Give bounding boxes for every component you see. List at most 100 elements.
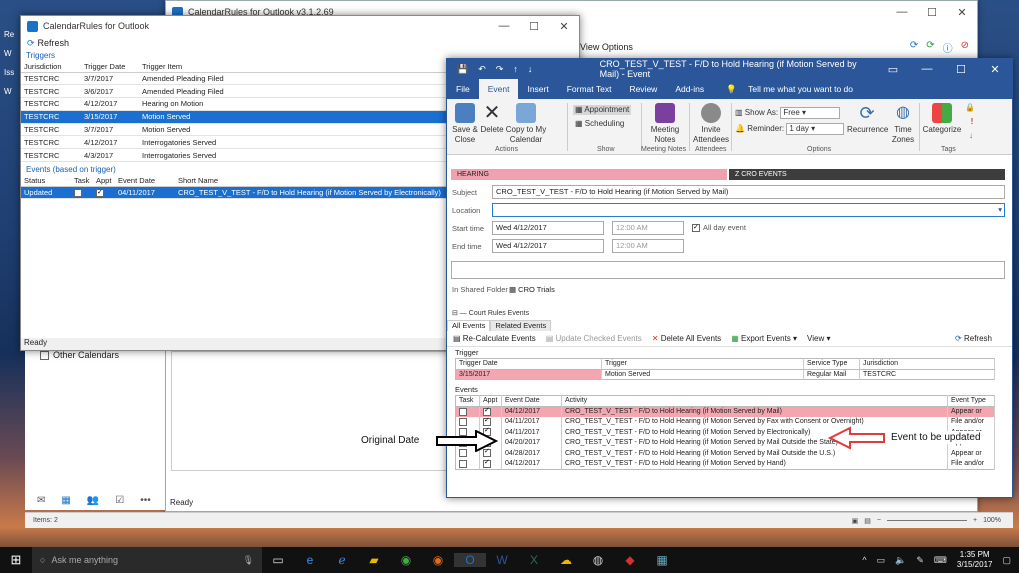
mail-icon[interactable]: ✉	[37, 495, 45, 506]
minimize-icon[interactable]: —	[887, 6, 917, 19]
info-icon[interactable]: ⓘ	[943, 40, 953, 55]
task-checkbox[interactable]	[459, 417, 467, 426]
down-icon[interactable]: ↓	[528, 64, 533, 75]
col-header[interactable]: Service Type	[803, 358, 860, 370]
task-checkbox[interactable]	[74, 188, 82, 197]
cortana-search[interactable]: ○ Ask me anything 🎙	[32, 547, 262, 573]
col-header[interactable]: Jurisdiction	[859, 358, 995, 370]
invite-attendees-button[interactable]: Invite Attendees	[693, 103, 729, 145]
people-icon[interactable]: 👥	[87, 495, 99, 506]
network-icon[interactable]: ▭	[877, 555, 886, 566]
close-icon[interactable]: ✕	[549, 20, 579, 33]
col-header[interactable]: Event Date	[115, 175, 175, 187]
word-icon[interactable]: W	[486, 553, 518, 567]
file-explorer-icon[interactable]: ▰	[358, 553, 390, 567]
more-icon[interactable]: •••	[140, 495, 151, 506]
maximize-icon[interactable]: ☐	[917, 6, 947, 19]
tab-format-text[interactable]: Format Text	[558, 79, 621, 99]
appointment-button[interactable]: ▦ Appointment	[573, 105, 632, 115]
tasks-icon[interactable]: ☑	[115, 495, 124, 506]
refresh-icon[interactable]: ⟳	[910, 40, 918, 55]
appt-checkbox[interactable]	[483, 459, 491, 468]
maximize-icon[interactable]: ☐	[519, 20, 549, 33]
save-icon[interactable]: 💾	[457, 64, 468, 75]
tab-insert[interactable]: Insert	[518, 79, 557, 99]
end-date-input[interactable]: Wed 4/12/2017	[492, 239, 604, 253]
volume-icon[interactable]: 🔈	[895, 555, 906, 566]
update-checked-button[interactable]: ▤ Update Checked Events	[546, 334, 642, 343]
view-reading-icon[interactable]: ▤	[864, 517, 871, 525]
close-icon[interactable]: ✕	[978, 63, 1012, 76]
app-icon[interactable]: ▦	[646, 553, 678, 567]
all-day-checkbox[interactable]: All day event	[692, 223, 746, 232]
col-header[interactable]: Task	[71, 175, 93, 187]
tab-add-ins[interactable]: Add-ins	[666, 79, 713, 99]
tab-review[interactable]: Review	[620, 79, 666, 99]
outlook-icon[interactable]: O	[454, 553, 486, 567]
chrome-icon[interactable]: ◉	[390, 553, 422, 567]
col-header[interactable]: Trigger	[601, 358, 804, 370]
lock-icon[interactable]: 🔒	[965, 103, 975, 113]
keyboard-icon[interactable]: ⌨	[934, 555, 947, 566]
zoom-in-icon[interactable]: +	[973, 517, 977, 524]
minimize-icon[interactable]: —	[489, 20, 519, 33]
notes-area[interactable]	[451, 261, 1005, 279]
court-refresh-button[interactable]: ⟳ Refresh	[955, 334, 992, 343]
copy-to-calendar-button[interactable]: Copy to My Calendar	[505, 103, 547, 145]
tab-event[interactable]: Event	[478, 79, 519, 99]
low-importance-icon[interactable]: ↓	[966, 131, 976, 141]
recurrence-button[interactable]: ⟳ Recurrence	[847, 103, 888, 135]
pen-icon[interactable]: ✎	[916, 555, 924, 566]
scheduling-button[interactable]: ▦ Scheduling	[573, 119, 626, 129]
notifications-icon[interactable]: ▢	[1002, 555, 1011, 566]
col-header[interactable]: Activity	[561, 395, 948, 407]
categorize-button[interactable]: Categorize	[921, 103, 963, 135]
location-input[interactable]: ▾	[492, 203, 1005, 217]
chat-icon[interactable]: ☁	[550, 553, 582, 567]
tab-file[interactable]: File	[447, 79, 479, 99]
zoom-slider[interactable]	[887, 520, 967, 521]
calendar-icon[interactable]: ▦	[61, 495, 70, 506]
view-button[interactable]: View ▾	[807, 334, 830, 343]
end-time-input[interactable]: 12:00 AM	[612, 239, 684, 253]
col-header[interactable]: Appt	[93, 175, 115, 187]
col-header[interactable]: Trigger Date	[81, 61, 139, 73]
ie-icon[interactable]: ℯ	[326, 553, 358, 567]
event-row[interactable]: 04/12/2017CRO_TEST_V_TEST - F/D to Hold …	[455, 458, 995, 469]
event-row[interactable]: 04/12/2017CRO_TEST_V_TEST - F/D to Hold …	[455, 406, 995, 417]
view-normal-icon[interactable]: ▣	[852, 517, 859, 525]
appt-checkbox[interactable]	[96, 188, 104, 197]
green-icon[interactable]: ⟳	[926, 40, 934, 55]
task-checkbox[interactable]	[459, 459, 467, 468]
appt-checkbox[interactable]	[483, 417, 491, 426]
redo-icon[interactable]: ↷	[496, 64, 504, 75]
other-calendars-checkbox[interactable]	[40, 350, 49, 360]
event-row[interactable]: 04/28/2017CRO_TEST_V_TEST - F/D to Hold …	[455, 448, 995, 459]
cr-refresh-button[interactable]: ⟳ Refresh	[21, 36, 579, 50]
meeting-notes-button[interactable]: Meeting Notes	[645, 103, 685, 145]
col-header[interactable]: Status	[21, 175, 71, 187]
chevron-up-icon[interactable]: ^	[862, 555, 866, 565]
minimize-icon[interactable]: —	[910, 63, 944, 76]
other-calendars-item[interactable]: Other Calendars	[40, 350, 119, 360]
up-icon[interactable]: ↑	[513, 64, 518, 75]
start-date-input[interactable]: Wed 4/12/2017	[492, 221, 604, 235]
appt-checkbox[interactable]	[483, 407, 491, 416]
col-header[interactable]: Trigger Date	[455, 358, 602, 370]
col-header[interactable]: Jurisdiction	[21, 61, 81, 73]
ribbon-display-icon[interactable]: ▭	[876, 63, 910, 76]
firefox-icon[interactable]: ◉	[422, 553, 454, 567]
edge-icon[interactable]: e	[294, 553, 326, 567]
subject-input[interactable]: CRO_TEST_V_TEST - F/D to Hold Hearing (i…	[492, 185, 1005, 199]
tell-me-box[interactable]: 💡 Tell me what you want to do	[717, 79, 871, 99]
col-header[interactable]: Appt	[479, 395, 502, 407]
col-header[interactable]: Event Type	[947, 395, 995, 407]
windows-start-icon[interactable]: ⊞	[0, 552, 32, 568]
app-icon[interactable]: ◍	[582, 553, 614, 567]
recalc-button[interactable]: ▤ Re-Calculate Events	[453, 334, 536, 343]
save-close-button[interactable]: Save & Close	[451, 103, 479, 145]
stop-icon[interactable]: ⊘	[961, 40, 969, 55]
zoom-out-icon[interactable]: −	[877, 517, 881, 524]
show-as-select[interactable]: Free ▾	[780, 107, 841, 119]
mcafee-icon[interactable]: ◆	[614, 553, 646, 567]
